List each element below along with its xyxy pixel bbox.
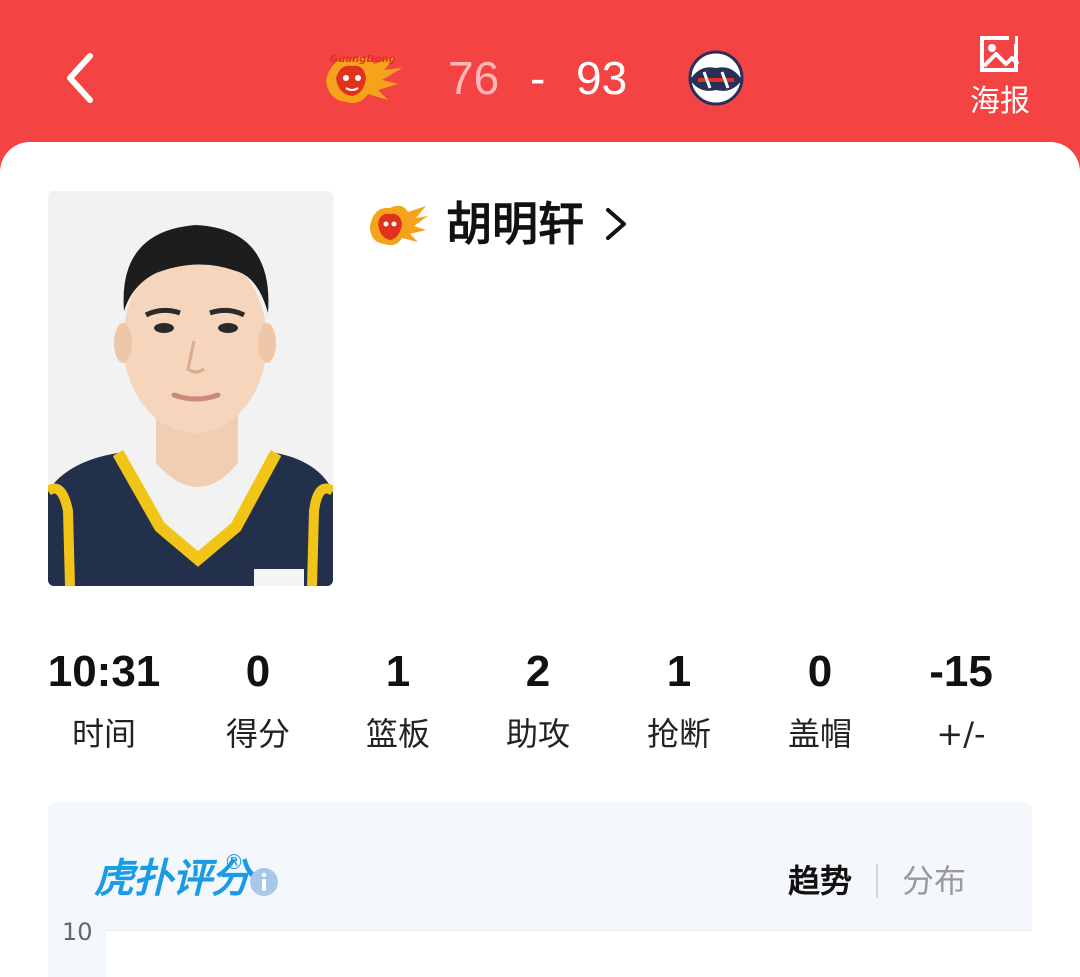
player-card: 胡明轩 10:31 时间 0 得分 1 篮板 2 助攻 1 抢断 0 盖帽 -1… [0,142,1080,977]
image-icon [980,34,1020,72]
stat-points: 0 得分 [188,640,328,762]
tab-distribution[interactable]: 分布 [902,858,966,904]
player-stats: 10:31 时间 0 得分 1 篮板 2 助攻 1 抢断 0 盖帽 -15 +/… [48,640,1032,760]
score-header: GuangDong 76 - 93 海报 [0,0,1080,150]
chevron-left-icon [67,53,93,103]
stat-value: 2 [525,647,551,696]
stat-value: 0 [245,647,271,696]
stat-label: 篮板 [365,715,430,753]
stat-value: 1 [666,647,692,696]
stat-label: 盖帽 [787,715,852,753]
score-separator: - [530,52,546,104]
player-name-link[interactable]: 胡明轩 [366,194,632,254]
poster-button[interactable]: 海报 [962,30,1038,126]
away-team-logo[interactable] [680,50,752,106]
home-team-logo[interactable]: GuangDong [322,50,404,106]
y-axis-tick: 10 [62,918,93,946]
rating-panel: 虎扑评分 ® 趋势 分布 10 [48,802,1032,977]
stat-value: 1 [385,647,411,696]
back-button[interactable] [58,50,106,106]
stat-plus-minus: -15 +/- [891,640,1031,762]
team-logo-icon [370,205,428,246]
stat-rebounds: 1 篮板 [328,640,468,762]
stat-value: 10:31 [47,647,161,696]
player-photo [48,191,333,586]
registered-mark: ® [224,850,244,874]
stat-label: 时间 [71,715,136,753]
stat-label: +/- [936,715,986,753]
stat-minutes: 10:31 时间 [34,640,174,762]
tab-divider [876,864,879,898]
rating-trend-chart [106,930,1032,977]
stat-assists: 2 助攻 [468,640,608,762]
chevron-right-icon [606,208,626,240]
stat-value: 0 [807,647,833,696]
info-icon[interactable] [248,866,280,898]
tab-trend[interactable]: 趋势 [788,858,852,904]
player-name: 胡明轩 [446,197,584,251]
poster-label: 海报 [970,84,1030,119]
away-score: 93 [576,52,628,104]
stat-label: 得分 [225,715,290,753]
stat-label: 抢断 [646,715,711,753]
svg-text:GuangDong: GuangDong [330,54,396,65]
stat-label: 助攻 [505,715,570,753]
stat-value: -15 [929,647,993,696]
stat-steals: 1 抢断 [609,640,749,762]
stat-blocks: 0 盖帽 [750,640,890,762]
home-score: 76 [448,52,500,104]
rating-tabs: 趋势 分布 [788,858,966,904]
